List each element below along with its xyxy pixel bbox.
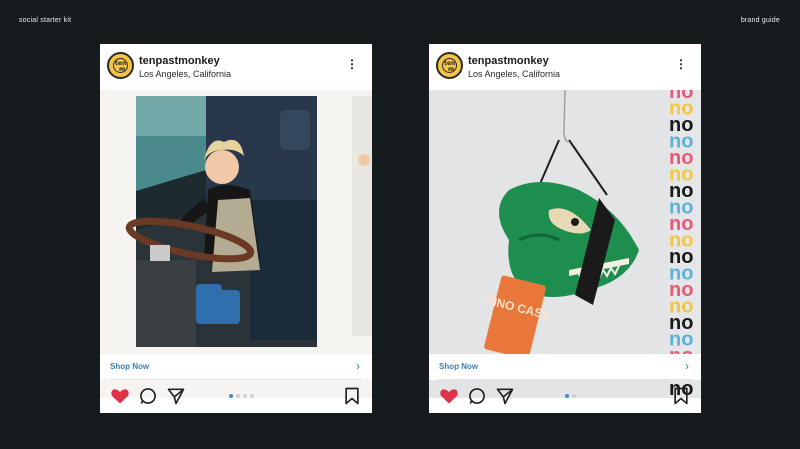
post-actions	[100, 380, 372, 413]
carousel-indicator	[229, 394, 254, 398]
post-header: ten m tenpastmonkey Los Angeles, Califor…	[100, 44, 372, 90]
logo-text-bottom: m	[448, 66, 455, 73]
post-header: ten m tenpastmonkey Los Angeles, Califor…	[429, 44, 701, 90]
shop-now-bar[interactable]: Shop Now ›	[100, 354, 372, 380]
instagram-post-1: ten m tenpastmonkey Los Angeles, Califor…	[100, 44, 372, 413]
shop-now-link[interactable]: Shop Now	[110, 362, 149, 371]
username[interactable]: tenpastmonkey	[139, 55, 220, 67]
carousel-indicator	[565, 394, 576, 398]
brand-guide-label: brand guide	[740, 17, 780, 24]
comment-icon[interactable]	[138, 386, 158, 406]
username[interactable]: tenpastmonkey	[468, 55, 549, 67]
post-actions	[429, 380, 701, 413]
instagram-post-2: ten m tenpastmonkey Los Angeles, Califor…	[429, 44, 701, 413]
more-icon[interactable]: ⋮	[675, 58, 687, 70]
share-icon[interactable]	[495, 386, 515, 406]
post-image[interactable]: DINO CASE no no no no no no no no no no no no no no no…	[429, 90, 701, 398]
carousel-dot	[236, 394, 240, 398]
monkey-logo: ten m	[442, 58, 457, 73]
location[interactable]: Los Angeles, California	[468, 69, 560, 79]
brand-avatar[interactable]: ten m	[107, 52, 134, 79]
pattern-strip: nonononononononononononononononononono	[669, 90, 693, 398]
bookmark-icon[interactable]	[671, 386, 691, 406]
carousel-dot	[229, 394, 233, 398]
carousel-dot	[250, 394, 254, 398]
post-image[interactable]	[100, 90, 372, 398]
kit-label: social starter kit	[19, 17, 72, 24]
carousel-dot	[243, 394, 247, 398]
bookmark-icon[interactable]	[342, 386, 362, 406]
more-icon[interactable]: ⋮	[346, 58, 358, 70]
carousel-dot	[565, 394, 569, 398]
shop-now-bar[interactable]: Shop Now ›	[429, 354, 701, 380]
carousel-dot	[572, 394, 576, 398]
comment-icon[interactable]	[467, 386, 487, 406]
brand-avatar[interactable]: ten m	[436, 52, 463, 79]
boy-boat-photo	[100, 90, 372, 398]
location[interactable]: Los Angeles, California	[139, 69, 231, 79]
logo-text-bottom: m	[119, 66, 126, 73]
heart-icon[interactable]	[110, 386, 130, 406]
monkey-logo: ten m	[113, 58, 128, 73]
heart-icon[interactable]	[439, 386, 459, 406]
share-icon[interactable]	[166, 386, 186, 406]
chevron-right-icon[interactable]: ›	[685, 359, 689, 373]
chevron-right-icon[interactable]: ›	[356, 359, 360, 373]
dino-case-photo: DINO CASE nonononononononononononononono…	[429, 90, 701, 398]
shop-now-link[interactable]: Shop Now	[439, 362, 478, 371]
